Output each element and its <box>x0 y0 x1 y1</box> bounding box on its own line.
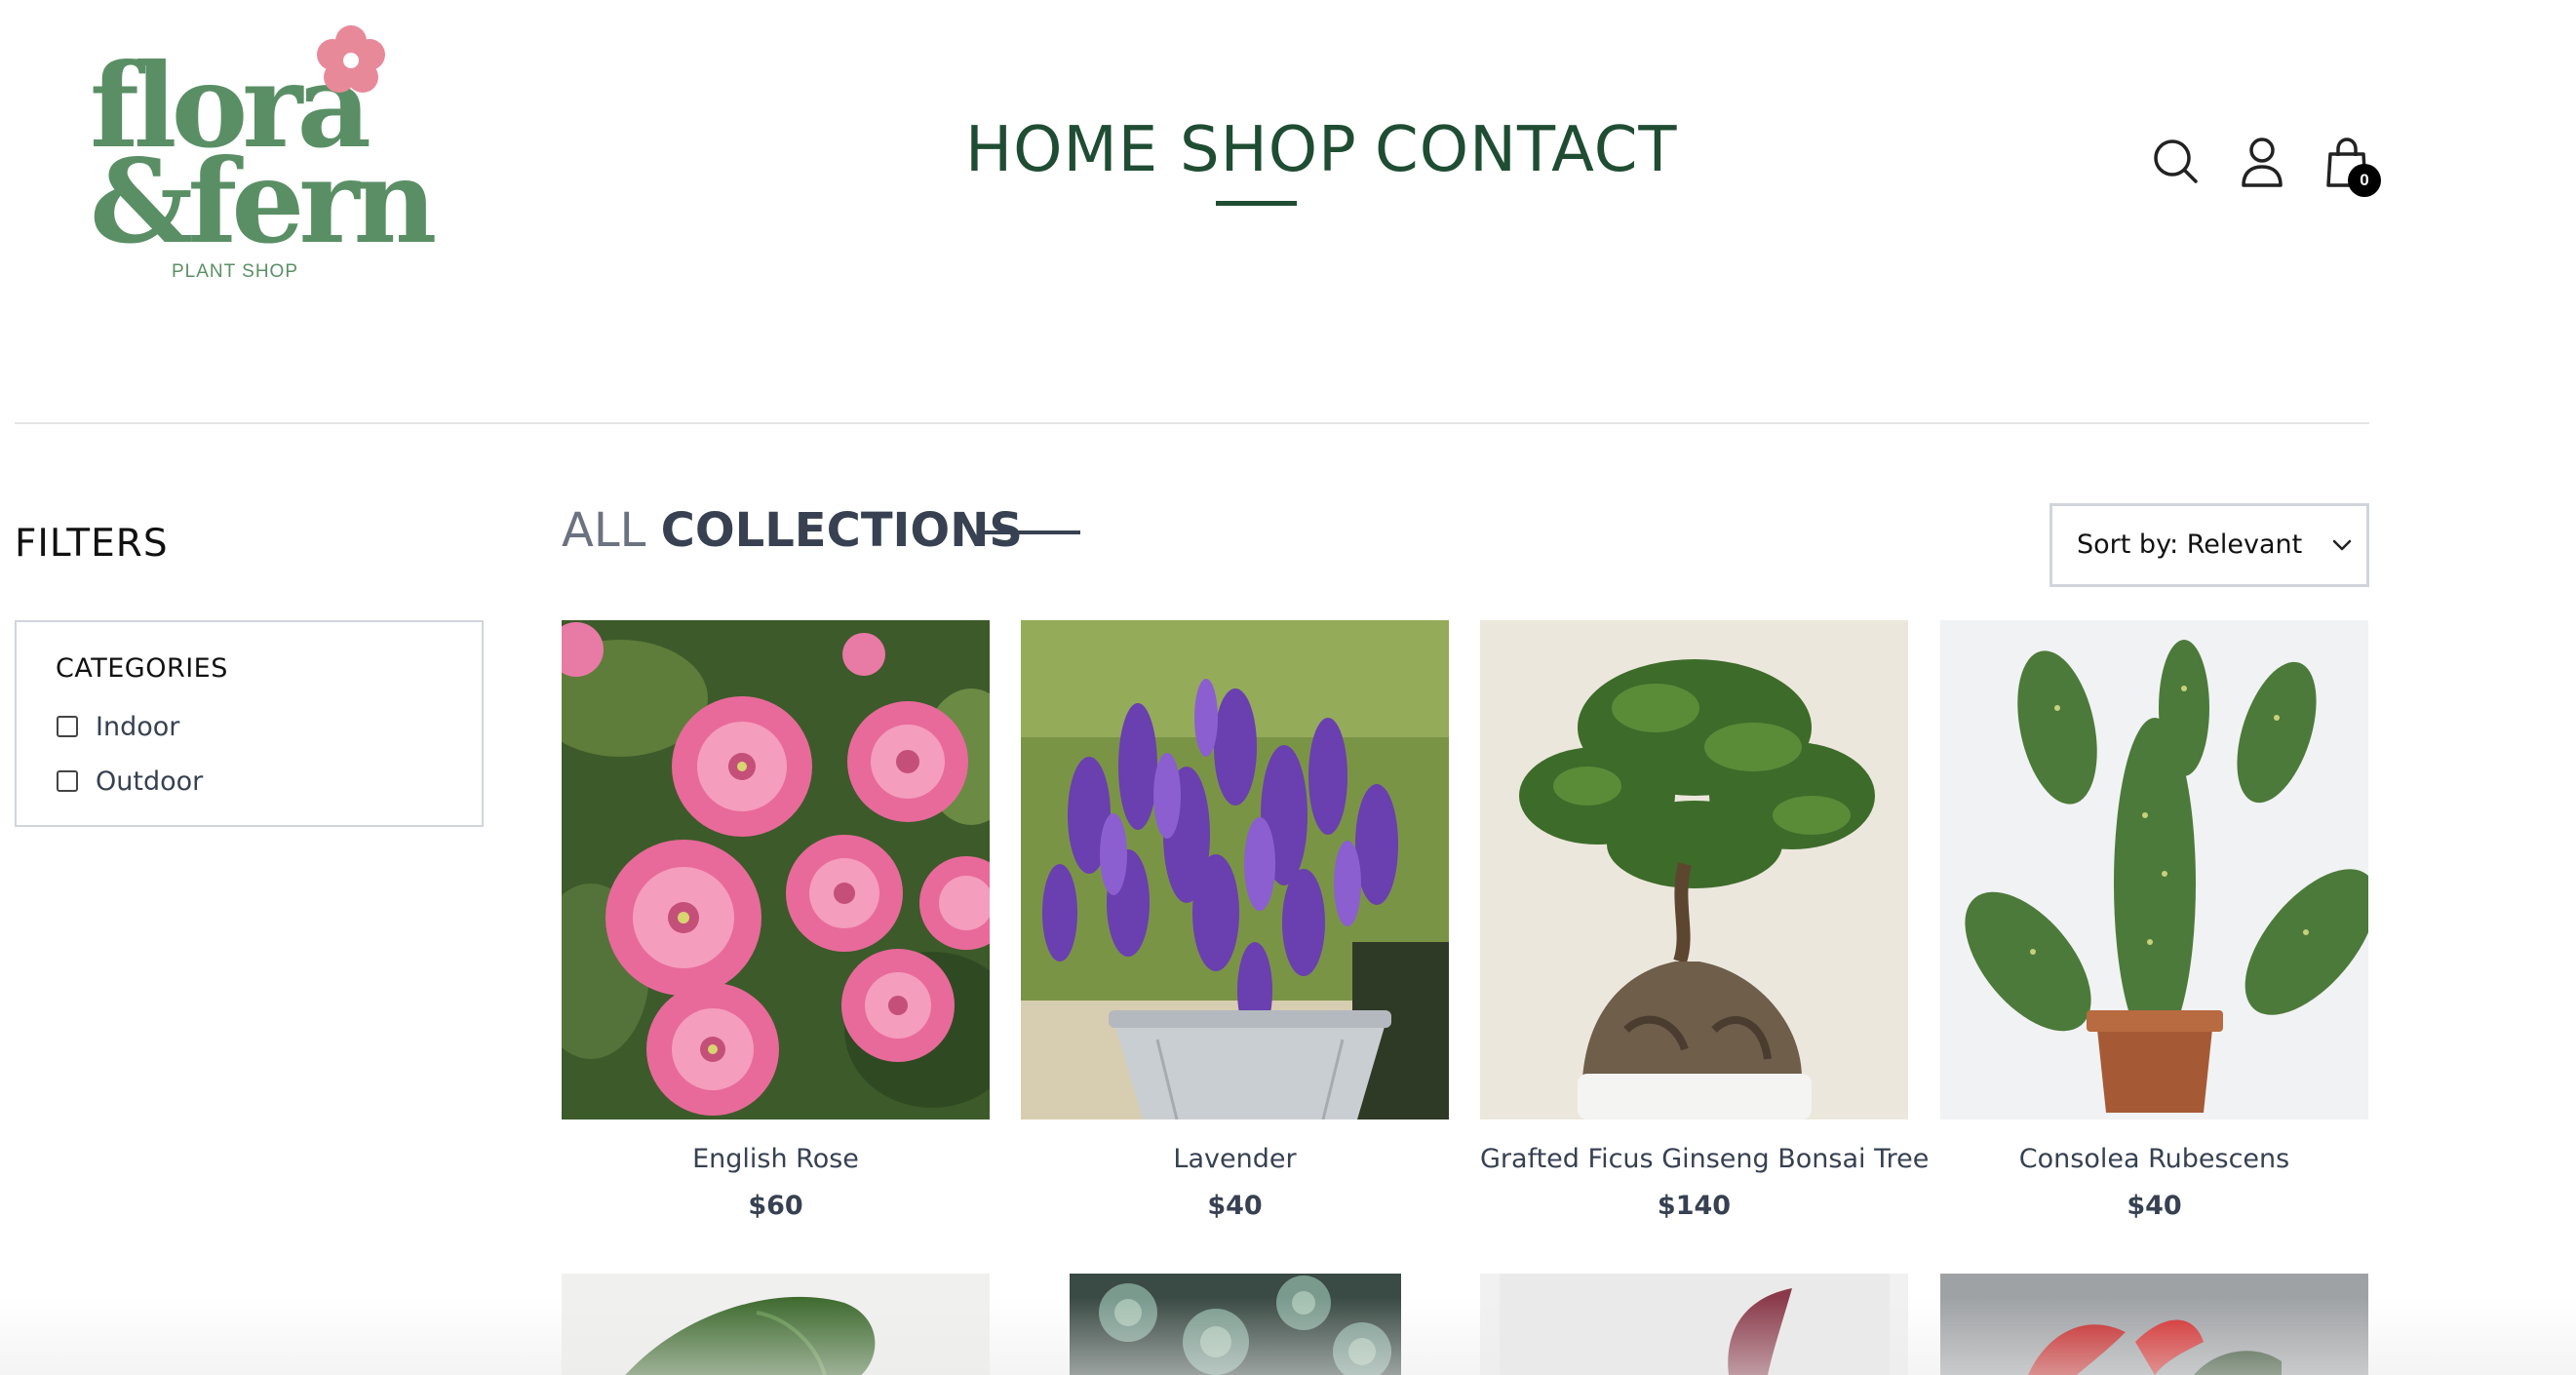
filters-title: FILTERS <box>15 522 169 566</box>
filter-option-label: Indoor <box>96 711 180 742</box>
collection-title: ALL COLLECTIONS <box>562 507 1023 554</box>
product-image[interactable] <box>1940 620 2368 1120</box>
product-name[interactable]: Grafted Ficus Ginseng Bonsai Tree <box>1480 1144 1929 1174</box>
product-image[interactable] <box>562 1274 990 1375</box>
logo-subtitle: PLANT SHOP <box>171 261 299 282</box>
nav-home-link[interactable]: HOME <box>965 119 1158 181</box>
product-image[interactable] <box>1940 1274 2368 1375</box>
title-decorative-line <box>985 530 1080 534</box>
product-image[interactable] <box>1480 1274 1908 1375</box>
product-price: $40 <box>2127 1191 2182 1221</box>
nav-shop-link[interactable]: SHOP <box>1180 119 1357 181</box>
collection-title-bold: COLLECTIONS <box>660 503 1023 558</box>
nav-contact-link[interactable]: CONTACT <box>1375 119 1678 181</box>
product-name[interactable]: English Rose <box>562 1144 990 1174</box>
product-card[interactable]: Grafted Ficus Ginseng Bonsai Tree $140 <box>1480 620 1929 1225</box>
product-name[interactable]: Consolea Rubescens <box>1940 1144 2368 1174</box>
sort-selected-value: Sort by: Relevant <box>2077 530 2303 560</box>
product-card-partial[interactable] <box>1940 1274 2368 1375</box>
header-divider <box>15 422 2369 424</box>
product-card-partial[interactable] <box>562 1274 990 1375</box>
product-image[interactable] <box>1480 620 1908 1120</box>
product-price: $60 <box>748 1191 803 1221</box>
search-icon[interactable] <box>2149 135 2204 189</box>
product-price: $140 <box>1657 1191 1732 1221</box>
user-icon[interactable] <box>2235 135 2289 189</box>
indoor-checkbox[interactable] <box>57 716 78 737</box>
product-name[interactable]: Lavender <box>1021 1144 1449 1174</box>
active-nav-indicator <box>1216 201 1297 206</box>
product-card[interactable]: Lavender $40 <box>1021 620 1449 1225</box>
product-image[interactable] <box>562 620 990 1120</box>
product-price: $40 <box>1207 1191 1263 1221</box>
categories-heading: CATEGORIES <box>56 653 228 684</box>
cart-count-badge: 0 <box>2348 164 2381 197</box>
product-card-partial[interactable] <box>1480 1274 1908 1375</box>
product-card[interactable]: English Rose $60 <box>562 620 990 1225</box>
filter-option-outdoor[interactable]: Outdoor <box>57 764 203 799</box>
categories-filter-panel: CATEGORIES Indoor Outdoor <box>15 620 484 827</box>
product-image[interactable] <box>1021 1274 1449 1375</box>
product-card-partial[interactable] <box>1021 1274 1449 1375</box>
product-card[interactable]: Consolea Rubescens $40 <box>1940 620 2368 1225</box>
filter-option-label: Outdoor <box>96 766 204 797</box>
collection-title-light: ALL <box>562 503 646 558</box>
chevron-down-icon <box>2332 539 2352 551</box>
sort-dropdown[interactable]: Sort by: Relevant <box>2049 503 2369 587</box>
product-image[interactable] <box>1021 620 1449 1120</box>
filter-option-indoor[interactable]: Indoor <box>57 709 179 744</box>
outdoor-checkbox[interactable] <box>57 770 78 792</box>
flower-icon <box>317 25 385 93</box>
